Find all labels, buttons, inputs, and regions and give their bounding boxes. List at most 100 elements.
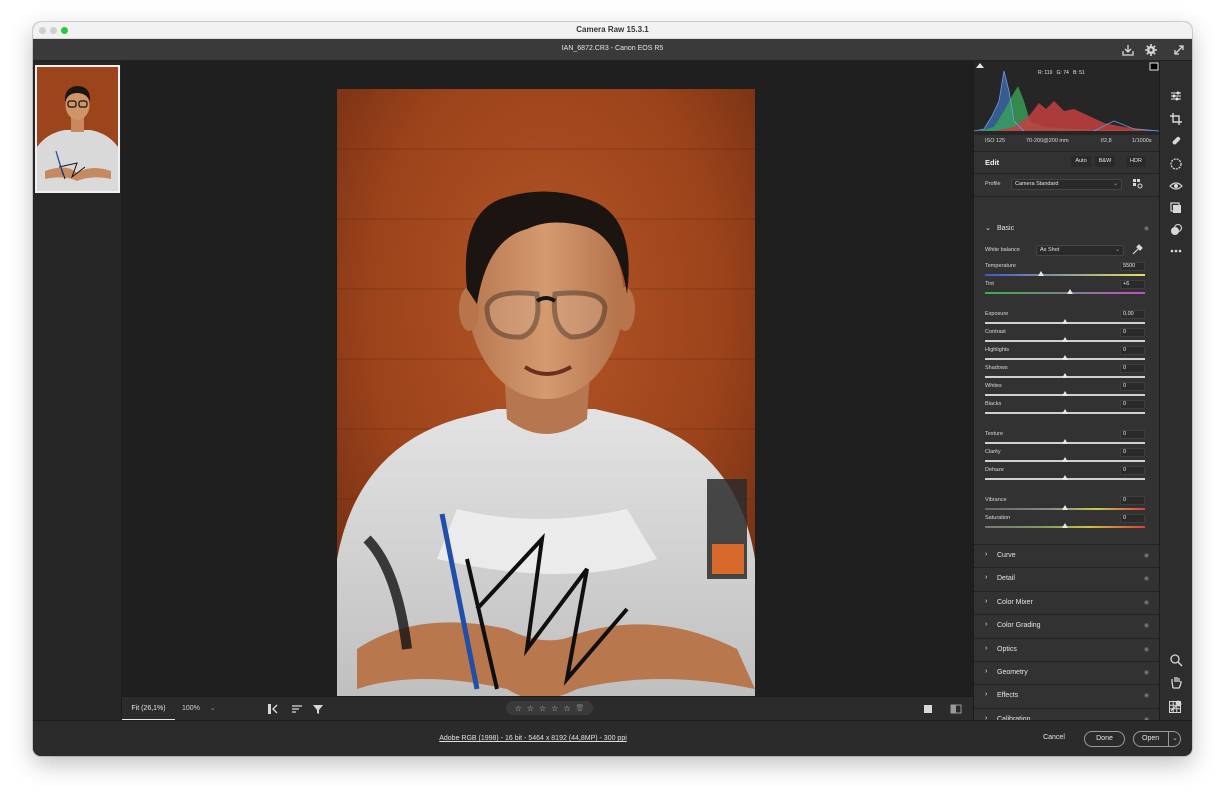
blacks-value[interactable]: 0 — [1120, 400, 1145, 409]
grid-overlay-icon[interactable] — [1168, 700, 1182, 714]
star-5-icon[interactable]: ☆ — [563, 704, 570, 713]
done-button[interactable]: Done — [1084, 731, 1125, 747]
color-mixer-section-header[interactable]: › Color Mixer ◉ — [974, 591, 1159, 614]
whites-slider[interactable]: Whites 0 — [985, 382, 1145, 401]
filmstrip-toggle-icon[interactable] — [266, 702, 280, 716]
whites-value[interactable]: 0 — [1120, 382, 1145, 391]
exposure-slider[interactable]: Exposure 0,00 — [985, 310, 1145, 329]
clarity-knob[interactable] — [1062, 457, 1068, 462]
vibrance-value[interactable]: 0 — [1120, 496, 1145, 505]
highlights-slider[interactable]: Highlights 0 — [985, 346, 1145, 365]
hand-tool-icon[interactable] — [1169, 675, 1183, 689]
temperature-knob[interactable] — [1038, 271, 1044, 276]
texture-knob[interactable] — [1062, 439, 1068, 444]
exposure-knob[interactable] — [1062, 319, 1068, 324]
star-1-icon[interactable]: ☆ — [515, 704, 522, 713]
saturation-knob[interactable] — [1062, 523, 1068, 528]
basic-section-header[interactable]: ⌄ Basic ◉ — [974, 217, 1159, 240]
visibility-eye-icon[interactable]: ◉ — [1144, 599, 1149, 606]
tint-value[interactable]: +6 — [1120, 280, 1145, 289]
tint-track[interactable] — [985, 292, 1145, 294]
trash-icon[interactable]: 🗑 — [575, 704, 584, 712]
red-eye-icon[interactable] — [1169, 179, 1183, 193]
crop-icon[interactable] — [1169, 112, 1183, 126]
visibility-eye-icon[interactable]: ◉ — [1144, 575, 1149, 582]
fit-zoom-button[interactable]: Fit (26,1%) — [122, 697, 175, 721]
shadows-slider[interactable]: Shadows 0 — [985, 364, 1145, 383]
detail-section-header[interactable]: › Detail ◉ — [974, 567, 1159, 590]
open-options-chevron-icon[interactable]: ⌄ — [1168, 732, 1178, 746]
clarity-slider[interactable]: Clarity 0 — [985, 448, 1145, 467]
contrast-slider[interactable]: Contrast 0 — [985, 328, 1145, 347]
zoom-tool-icon[interactable] — [1169, 653, 1183, 667]
contrast-knob[interactable] — [1062, 337, 1068, 342]
optics-section-header[interactable]: › Optics ◉ — [974, 638, 1159, 661]
vibrance-slider[interactable]: Vibrance 0 — [985, 496, 1145, 515]
effects-section-header[interactable]: › Effects ◉ — [974, 684, 1159, 707]
temperature-slider[interactable]: Temperature 5500 — [985, 262, 1145, 281]
calibration-section-header[interactable]: › Calibration ◉ — [974, 708, 1159, 720]
cancel-button[interactable]: Cancel — [1037, 731, 1071, 747]
star-3-icon[interactable]: ☆ — [539, 704, 546, 713]
contrast-value[interactable]: 0 — [1120, 328, 1145, 337]
visibility-eye-icon[interactable]: ◉ — [1144, 552, 1149, 559]
visibility-eye-icon[interactable]: ◉ — [1144, 646, 1149, 653]
edit-sliders-icon[interactable] — [1169, 89, 1183, 103]
texture-slider[interactable]: Texture 0 — [985, 430, 1145, 449]
image-canvas[interactable] — [122, 61, 973, 716]
view-mode-icon[interactable] — [921, 702, 935, 716]
star-2-icon[interactable]: ☆ — [527, 704, 534, 713]
visibility-eye-icon[interactable]: ◉ — [1144, 669, 1149, 676]
hdr-button[interactable]: HDR — [1126, 156, 1146, 167]
curve-section-header[interactable]: › Curve ◉ — [974, 544, 1159, 567]
visibility-eye-icon[interactable]: ◉ — [1144, 692, 1149, 699]
save-image-icon[interactable] — [1121, 43, 1135, 57]
fullscreen-icon[interactable] — [1172, 43, 1186, 57]
saturation-slider[interactable]: Saturation 0 — [985, 514, 1145, 533]
texture-value[interactable]: 0 — [1120, 430, 1145, 439]
auto-button[interactable]: Auto — [1071, 156, 1091, 167]
star-rating[interactable]: ☆ ☆ ☆ ☆ ☆ 🗑 — [506, 701, 593, 715]
dehaze-slider[interactable]: Dehaze 0 — [985, 466, 1145, 485]
workflow-options-link[interactable]: Adobe RGB (1998) - 16 bit - 5464 x 8192 … — [33, 735, 1033, 742]
snapshots-icon[interactable] — [1169, 223, 1183, 237]
shadows-value[interactable]: 0 — [1120, 364, 1145, 373]
highlights-value[interactable]: 0 — [1120, 346, 1145, 355]
before-after-icon[interactable] — [949, 702, 963, 716]
saturation-value[interactable]: 0 — [1120, 514, 1145, 523]
open-button[interactable]: Open ⌄ — [1133, 731, 1181, 747]
eyedropper-icon[interactable] — [1131, 244, 1143, 256]
visibility-eye-icon[interactable]: ◉ — [1144, 622, 1149, 629]
whites-knob[interactable] — [1062, 391, 1068, 396]
settings-gear-icon[interactable] — [1144, 43, 1158, 57]
blacks-knob[interactable] — [1062, 409, 1068, 414]
shadows-knob[interactable] — [1062, 373, 1068, 378]
dehaze-value[interactable]: 0 — [1120, 466, 1145, 475]
masking-icon[interactable] — [1169, 157, 1183, 171]
blacks-slider[interactable]: Blacks 0 — [985, 400, 1145, 419]
presets-icon[interactable] — [1169, 201, 1183, 215]
clarity-value[interactable]: 0 — [1120, 448, 1145, 457]
star-4-icon[interactable]: ☆ — [551, 704, 558, 713]
filmstrip-thumbnail[interactable] — [35, 65, 120, 193]
healing-bandage-icon[interactable] — [1169, 134, 1183, 148]
color-grading-section-header[interactable]: › Color Grading ◉ — [974, 614, 1159, 637]
profile-select[interactable]: Camera Standard ⌄ — [1011, 179, 1122, 190]
highlights-knob[interactable] — [1062, 355, 1068, 360]
filter-icon[interactable] — [311, 702, 325, 716]
temperature-value[interactable]: 5500 — [1120, 262, 1145, 271]
visibility-eye-icon[interactable]: ◉ — [1144, 225, 1149, 232]
white-balance-select[interactable]: As Shot ⌄ — [1036, 245, 1124, 256]
tint-slider[interactable]: Tint +6 — [985, 280, 1145, 299]
visibility-eye-icon[interactable]: ◉ — [1144, 716, 1149, 720]
dehaze-knob[interactable] — [1062, 475, 1068, 480]
vibrance-knob[interactable] — [1062, 505, 1068, 510]
geometry-section-header[interactable]: › Geometry ◉ — [974, 661, 1159, 684]
temperature-track[interactable] — [985, 274, 1145, 276]
exposure-value[interactable]: 0,00 — [1120, 310, 1145, 319]
more-options-icon[interactable] — [1169, 244, 1183, 258]
sort-icon[interactable] — [290, 702, 304, 716]
tint-knob[interactable] — [1066, 289, 1073, 294]
profile-browser-icon[interactable] — [1132, 178, 1144, 190]
bw-button[interactable]: B&W — [1095, 156, 1115, 167]
